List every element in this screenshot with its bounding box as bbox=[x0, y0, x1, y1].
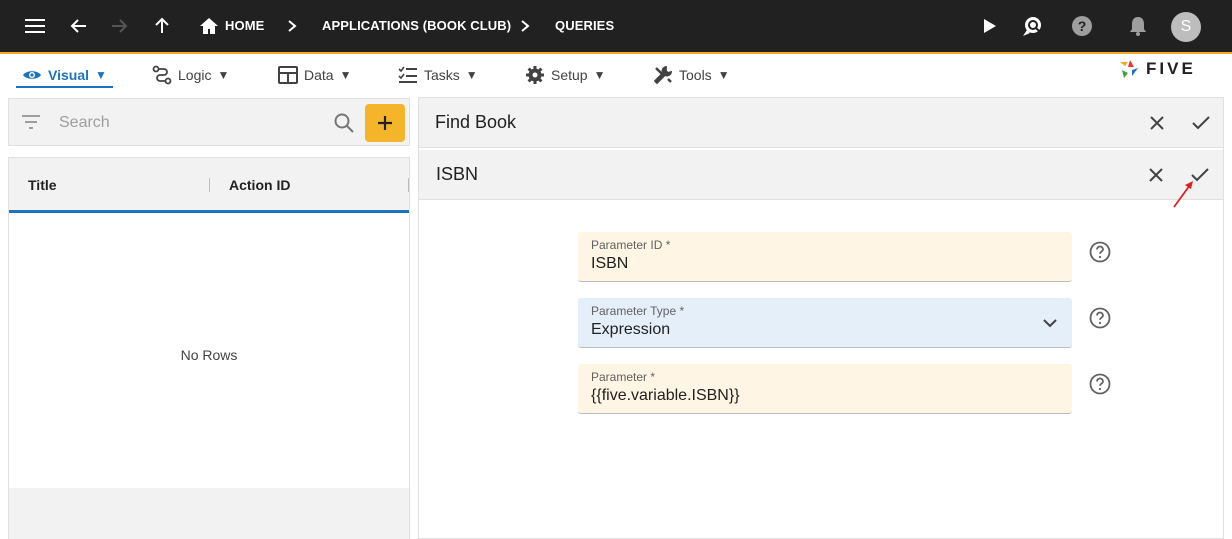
active-menu-indicator bbox=[16, 86, 113, 88]
close-button[interactable] bbox=[1143, 162, 1169, 188]
home-icon[interactable] bbox=[194, 11, 224, 41]
column-header-action-id[interactable]: Action ID bbox=[229, 177, 290, 193]
outer-form-title: Find Book bbox=[435, 112, 517, 132]
help-icon[interactable] bbox=[1089, 373, 1111, 395]
gear-icon bbox=[526, 66, 544, 84]
breadcrumb-applications[interactable]: APPLICATIONS (BOOK CLUB) bbox=[322, 18, 511, 33]
svg-text:?: ? bbox=[1078, 18, 1087, 34]
dropdown-triangle-icon: ▼ bbox=[95, 68, 107, 82]
search-bar bbox=[8, 98, 410, 146]
back-arrow-icon[interactable] bbox=[64, 11, 94, 41]
menu-visual-label: Visual bbox=[48, 67, 89, 83]
menu-logic-label: Logic bbox=[178, 67, 212, 83]
inner-form-title: ISBN bbox=[436, 164, 479, 184]
checklist-icon bbox=[398, 66, 417, 83]
menu-setup-label: Setup bbox=[551, 67, 588, 83]
dropdown-triangle-icon: ▼ bbox=[593, 68, 606, 82]
field-value[interactable]: ISBN bbox=[591, 255, 628, 273]
chevron-right-icon bbox=[277, 11, 307, 41]
parameter-type-select[interactable]: Parameter Type * Expression bbox=[578, 298, 1072, 348]
five-logo-mark-icon bbox=[1120, 60, 1138, 78]
breadcrumb-queries[interactable]: QUERIES bbox=[555, 18, 614, 33]
parameter-field[interactable]: Parameter * {{five.variable.ISBN}} bbox=[578, 364, 1072, 414]
dropdown-triangle-icon: ▼ bbox=[717, 68, 730, 82]
avatar[interactable]: S bbox=[1171, 12, 1201, 42]
five-logo: FIVE bbox=[1118, 57, 1208, 81]
column-divider[interactable] bbox=[209, 178, 210, 192]
field-label: Parameter Type * bbox=[591, 304, 685, 318]
menu-tasks[interactable]: Tasks ▼ bbox=[398, 62, 478, 88]
save-button[interactable] bbox=[1188, 110, 1214, 136]
field-label: Parameter ID * bbox=[591, 238, 671, 252]
search-icon[interactable] bbox=[333, 112, 355, 134]
search-chat-icon[interactable] bbox=[1017, 11, 1047, 41]
menu-tasks-label: Tasks bbox=[424, 67, 460, 83]
field-label: Parameter * bbox=[591, 370, 656, 384]
help-icon[interactable] bbox=[1089, 241, 1111, 263]
field-value[interactable]: Expression bbox=[591, 321, 670, 339]
close-icon bbox=[1150, 116, 1164, 130]
logic-icon bbox=[152, 65, 172, 85]
dropdown-triangle-icon: ▼ bbox=[339, 68, 352, 82]
parameter-id-field[interactable]: Parameter ID * ISBN bbox=[578, 232, 1072, 282]
menu-visual[interactable]: Visual ▼ bbox=[22, 62, 107, 88]
menu-icon[interactable] bbox=[20, 11, 50, 41]
check-icon bbox=[1192, 116, 1210, 130]
help-icon[interactable]: ? bbox=[1067, 11, 1097, 41]
breadcrumb-home[interactable]: HOME bbox=[225, 18, 264, 33]
add-button[interactable] bbox=[365, 104, 405, 142]
close-button[interactable] bbox=[1144, 110, 1170, 136]
outer-form-header: Find Book bbox=[419, 98, 1223, 148]
menu-tools[interactable]: Tools ▼ bbox=[653, 62, 730, 88]
menu-data[interactable]: Data ▼ bbox=[278, 62, 351, 88]
chevron-right-icon bbox=[510, 11, 540, 41]
menu-logic[interactable]: Logic ▼ bbox=[152, 62, 229, 88]
list-panel: Title Action ID No Rows bbox=[8, 157, 410, 539]
field-value[interactable]: {{five.variable.ISBN}} bbox=[591, 387, 740, 405]
bell-icon[interactable] bbox=[1123, 11, 1153, 41]
chevron-down-icon[interactable] bbox=[1040, 313, 1060, 333]
dropdown-triangle-icon: ▼ bbox=[217, 68, 230, 82]
table-icon bbox=[278, 66, 298, 84]
menu-tools-label: Tools bbox=[679, 67, 712, 83]
menu-setup[interactable]: Setup ▼ bbox=[525, 62, 605, 88]
forward-arrow-icon[interactable] bbox=[104, 11, 134, 41]
list-header: Title Action ID bbox=[9, 158, 409, 213]
dropdown-triangle-icon: ▼ bbox=[465, 68, 478, 82]
top-app-bar: HOME APPLICATIONS (BOOK CLUB) QUERIES ? … bbox=[0, 0, 1232, 54]
list-footer bbox=[9, 488, 409, 539]
column-divider[interactable] bbox=[408, 178, 409, 192]
plus-icon bbox=[378, 116, 392, 130]
empty-state-text: No Rows bbox=[180, 347, 238, 363]
help-icon[interactable] bbox=[1089, 307, 1111, 329]
tools-icon bbox=[653, 65, 673, 85]
inner-form-header: ISBN bbox=[419, 150, 1223, 200]
menu-data-label: Data bbox=[304, 67, 334, 83]
column-header-title[interactable]: Title bbox=[28, 177, 57, 193]
play-icon[interactable] bbox=[974, 11, 1004, 41]
annotation-arrow-icon bbox=[1173, 181, 1193, 208]
five-logo-text: FIVE bbox=[1146, 59, 1196, 78]
filter-icon[interactable] bbox=[21, 114, 41, 130]
eye-icon bbox=[23, 71, 41, 79]
close-icon bbox=[1149, 168, 1163, 182]
up-arrow-icon[interactable] bbox=[147, 11, 177, 41]
main-menu-bar: Visual ▼ Logic ▼ Data ▼ Tasks ▼ Setup ▼ … bbox=[0, 56, 1232, 92]
search-input[interactable] bbox=[59, 113, 319, 133]
